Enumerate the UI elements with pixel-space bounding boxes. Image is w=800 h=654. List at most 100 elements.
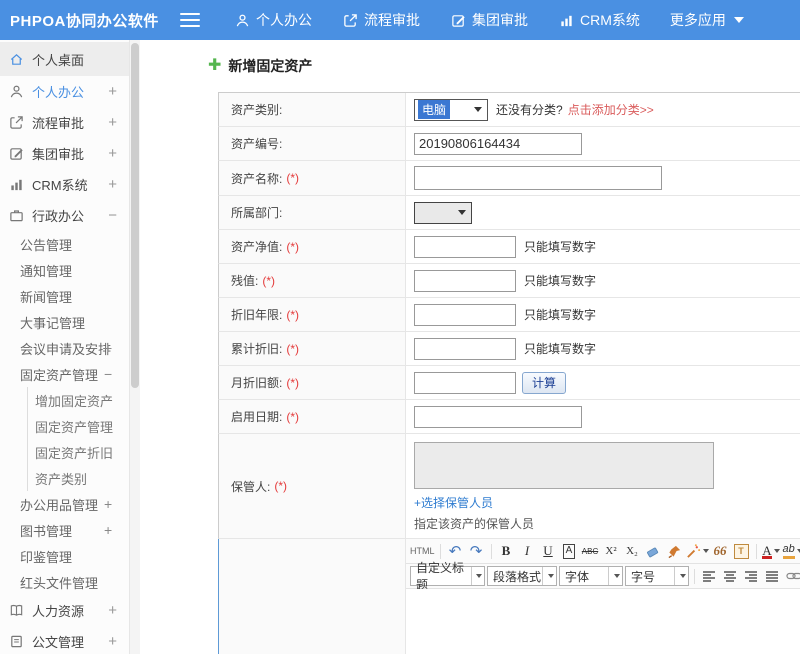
html-source-icon[interactable]: HTML — [410, 542, 435, 561]
clear-format-icon[interactable] — [665, 542, 684, 561]
collapse-minus-icon[interactable]: − — [108, 207, 117, 224]
sidebar-item-seal-mgmt[interactable]: 印鉴管理 — [0, 543, 129, 569]
field-label: 启用日期: — [231, 408, 282, 425]
sidebar-item-document-mgmt[interactable]: 公文管理 + — [0, 626, 129, 654]
expand-plus-icon[interactable]: + — [108, 602, 117, 619]
asset-form: 资产类别: 电脑 还没有分类? 点击添加分类>> 资产编号: — [218, 92, 800, 654]
page-title: 新增固定资产 — [228, 56, 312, 76]
sidebar-item-notification[interactable]: 通知管理 — [0, 257, 129, 283]
scrollbar-thumb[interactable] — [131, 43, 139, 388]
form-row-editor: HTML ↶ ↷ B I U A ABC X² X₂ — [218, 539, 800, 654]
align-center-icon[interactable] — [721, 567, 740, 586]
sidebar-item-announcement[interactable]: 公告管理 — [0, 231, 129, 257]
calculate-button[interactable]: 计算 — [522, 372, 566, 394]
nav-label: 更多应用 — [670, 10, 726, 30]
format-painter-icon[interactable] — [686, 542, 709, 561]
form-row-accumulated-depreciation: 累计折旧: (*) 只能填写数字 — [218, 332, 800, 366]
expand-plus-icon[interactable]: + — [108, 145, 117, 162]
sidebar-item-meeting[interactable]: 会议申请及安排 + — [0, 335, 129, 361]
net-value-input[interactable] — [414, 236, 516, 258]
sidebar-item-label: 资产类别 — [35, 469, 87, 488]
hamburger-icon[interactable] — [180, 13, 200, 27]
expand-plus-icon[interactable]: + — [104, 522, 112, 538]
editor-content-area[interactable] — [406, 589, 800, 654]
nav-crm-system[interactable]: CRM系统 — [558, 10, 640, 30]
expand-plus-icon[interactable]: + — [108, 176, 117, 193]
bold-icon[interactable]: B — [497, 542, 516, 561]
paragraph-format-select[interactable]: 段落格式 — [487, 566, 557, 586]
sidebar-item-add-fixed-asset[interactable]: 增加固定资产 — [28, 387, 129, 413]
sidebar-item-office-supplies[interactable]: 办公用品管理 + — [0, 491, 129, 517]
superscript-icon[interactable]: X² — [602, 542, 621, 561]
sidebar-item-group-approval[interactable]: 集团审批 + — [0, 138, 129, 169]
paste-text-icon[interactable]: T — [734, 544, 749, 559]
sidebar-item-admin-office[interactable]: 行政办公 − — [0, 200, 129, 231]
sidebar-item-crm[interactable]: CRM系统 + — [0, 169, 129, 200]
italic-icon[interactable]: I — [518, 542, 537, 561]
strikethrough-icon[interactable]: ABC — [581, 542, 600, 561]
nav-personal-office[interactable]: 个人办公 — [234, 10, 312, 30]
field-label: 所属部门: — [231, 204, 282, 221]
salvage-value-input[interactable] — [414, 270, 516, 292]
nav-more-apps[interactable]: 更多应用 — [670, 10, 744, 30]
asset-name-input[interactable] — [414, 166, 662, 190]
sidebar-scrollbar[interactable] — [130, 40, 140, 654]
accumulated-depreciation-input[interactable] — [414, 338, 516, 360]
font-family-select[interactable]: 字体 — [559, 566, 623, 586]
sidebar-item-asset-depreciation[interactable]: 固定资产折旧 — [28, 439, 129, 465]
sidebar-item-official-docs[interactable]: 红头文件管理 — [0, 569, 129, 595]
blockquote-icon[interactable]: 66 — [711, 542, 730, 561]
category-select[interactable]: 电脑 — [414, 99, 488, 121]
sidebar-item-library[interactable]: 图书管理 + — [0, 517, 129, 543]
expand-plus-icon[interactable]: + — [104, 496, 112, 512]
align-right-icon[interactable] — [742, 567, 761, 586]
eraser-icon[interactable] — [644, 542, 663, 561]
sidebar-item-memorabilia[interactable]: 大事记管理 — [0, 309, 129, 335]
nav-group-approval[interactable]: 集团审批 — [450, 10, 528, 30]
start-date-input[interactable] — [414, 406, 582, 428]
expand-plus-icon[interactable]: + — [108, 114, 117, 131]
main-content: ✚ 新增固定资产 资产类别: 电脑 还没有分类? 点击添加分类>> 资产编号: — [140, 40, 800, 654]
nav-workflow-approval[interactable]: 流程审批 — [342, 10, 420, 30]
font-frame-icon[interactable]: A — [563, 544, 576, 559]
sidebar-item-hr[interactable]: 人力资源 + — [0, 595, 129, 626]
numeric-hint: 只能填写数字 — [524, 340, 596, 357]
sidebar-item-label: 会议申请及安排 — [20, 339, 111, 358]
undo-icon[interactable]: ↶ — [446, 542, 465, 561]
highlight-color-icon[interactable]: ab — [783, 542, 800, 561]
align-justify-icon[interactable] — [763, 567, 782, 586]
department-select[interactable] — [414, 202, 472, 224]
depreciation-years-input[interactable] — [414, 304, 516, 326]
person-icon — [8, 84, 24, 100]
collapse-minus-icon[interactable]: − — [104, 366, 112, 382]
monthly-depreciation-input[interactable] — [414, 372, 516, 394]
underline-icon[interactable]: U — [539, 542, 558, 561]
toolbar-divider — [491, 544, 492, 559]
nav-label: 集团审批 — [472, 10, 528, 30]
keeper-textarea[interactable] — [414, 442, 714, 489]
sidebar-item-fixed-asset-mgmt[interactable]: 固定资产管理 — [28, 413, 129, 439]
sidebar-item-fixed-assets[interactable]: 固定资产管理 − — [0, 361, 129, 387]
custom-title-select[interactable]: 自定义标题 — [410, 566, 485, 586]
sidebar-item-news[interactable]: 新闻管理 — [0, 283, 129, 309]
expand-plus-icon[interactable]: + — [108, 633, 117, 650]
expand-plus-icon[interactable]: + — [104, 340, 112, 356]
align-left-icon[interactable] — [700, 567, 719, 586]
expand-plus-icon[interactable]: + — [108, 83, 117, 100]
asset-number-input[interactable] — [414, 133, 582, 155]
choose-keeper-link[interactable]: +选择保管人员 — [414, 494, 493, 511]
form-row-keeper: 保管人: (*) +选择保管人员 指定该资产的保管人员 — [218, 434, 800, 539]
redo-icon[interactable]: ↷ — [467, 542, 486, 561]
editor-label-cell — [219, 539, 406, 654]
font-color-icon[interactable]: A — [762, 542, 781, 561]
sidebar-item-workflow-approval[interactable]: 流程审批 + — [0, 107, 129, 138]
sidebar-item-asset-category[interactable]: 资产类别 — [28, 465, 129, 491]
sidebar-item-label: 个人办公 — [32, 82, 84, 101]
sidebar-item-desktop[interactable]: 个人桌面 — [0, 42, 129, 76]
top-nav: 个人办公 流程审批 集团审批 CRM系统 更多应用 — [234, 10, 744, 30]
link-icon[interactable] — [784, 567, 800, 586]
font-size-select[interactable]: 字号 — [625, 566, 689, 586]
sidebar-item-personal-office[interactable]: 个人办公 + — [0, 76, 129, 107]
add-category-link[interactable]: 点击添加分类>> — [568, 101, 654, 118]
subscript-icon[interactable]: X₂ — [623, 542, 642, 561]
